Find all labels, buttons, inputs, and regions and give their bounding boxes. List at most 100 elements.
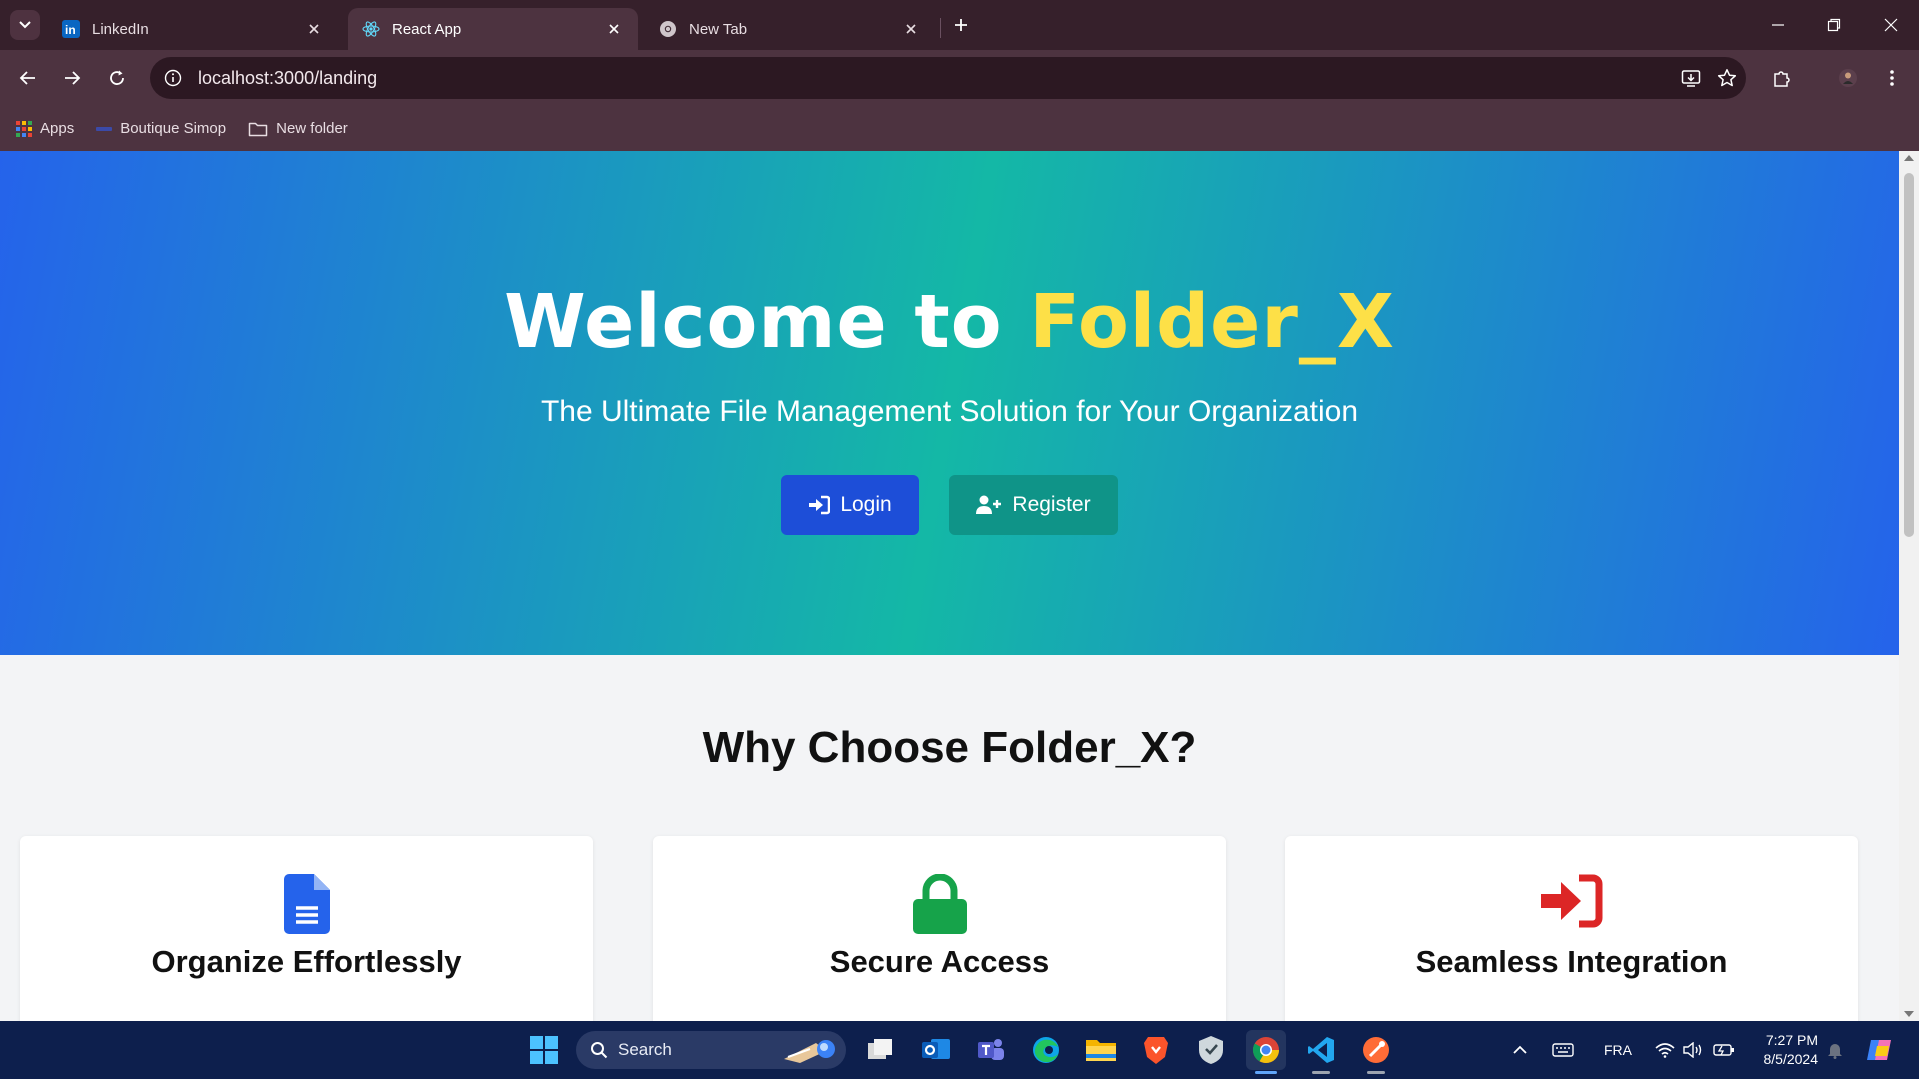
linkedin-icon: in [62, 20, 80, 38]
more-vertical-icon [1890, 70, 1894, 86]
bookmark-label: Boutique Simop [120, 120, 227, 137]
why-title: Why Choose Folder_X? [702, 723, 1197, 772]
address-bar[interactable]: localhost:3000/landing [150, 57, 1746, 99]
login-label: Login [840, 493, 892, 516]
browser-tab-bar: in LinkedIn React App New Tab [0, 0, 1919, 50]
search-highlight-icon [780, 1035, 838, 1070]
taskbar-search[interactable]: Search [576, 1031, 846, 1069]
register-label: Register [1012, 493, 1091, 516]
tab-title: LinkedIn [92, 20, 149, 38]
sign-in-icon [808, 495, 831, 515]
file-explorer-icon[interactable] [1081, 1030, 1121, 1070]
search-icon [590, 1041, 608, 1059]
document-icon [20, 874, 593, 934]
close-icon[interactable] [901, 19, 921, 39]
close-icon[interactable] [304, 19, 324, 39]
install-app-icon[interactable] [1674, 57, 1708, 99]
user-plus-icon [976, 495, 1002, 515]
back-button[interactable] [12, 62, 44, 94]
feature-title: Secure Access [829, 944, 1050, 979]
chrome-icon [659, 20, 677, 38]
browser-toolbar: localhost:3000/landing [0, 50, 1919, 106]
scroll-up-arrow[interactable] [1904, 155, 1914, 161]
active-indicator [1367, 1071, 1385, 1074]
volume-icon[interactable] [1680, 1030, 1706, 1070]
bookmarks-bar: Apps Boutique Simop New folder [0, 106, 1919, 151]
tab-separator [940, 18, 941, 38]
hero-title: Welcome to Folder_X [0, 279, 1899, 365]
app-shield-icon[interactable] [1191, 1030, 1231, 1070]
chevron-up-icon [1513, 1045, 1527, 1054]
page-viewport: Welcome to Folder_X The Ultimate File Ma… [0, 151, 1899, 1021]
restore-icon [1827, 18, 1841, 32]
close-icon[interactable] [604, 19, 624, 39]
page-scrollbar[interactable] [1899, 151, 1919, 1021]
feature-title: Organize Effortlessly [151, 944, 462, 979]
tab-new-tab[interactable]: New Tab [645, 8, 935, 50]
postman-icon[interactable] [1356, 1030, 1396, 1074]
hero-section: Welcome to Folder_X The Ultimate File Ma… [0, 151, 1899, 655]
reload-button[interactable] [101, 62, 133, 94]
tab-title: React App [392, 20, 462, 38]
bookmark-boutique-simop[interactable]: Boutique Simop [96, 120, 226, 137]
tab-react-app[interactable]: React App [348, 8, 638, 50]
show-hidden-icons[interactable] [1508, 1030, 1532, 1070]
plus-icon [955, 19, 967, 31]
tab-title: New Tab [689, 20, 748, 38]
battery-icon[interactable] [1710, 1030, 1738, 1070]
minimize-icon [1772, 24, 1784, 26]
login-button[interactable]: Login [781, 475, 919, 535]
bookmark-star-icon[interactable] [1710, 57, 1744, 99]
windows-logo-icon [530, 1036, 558, 1064]
folder-icon [248, 121, 268, 137]
clock-date: 8/5/2024 [1763, 1051, 1819, 1067]
restore-button[interactable] [1811, 10, 1857, 40]
register-button[interactable]: Register [949, 475, 1118, 535]
taskbar-clock[interactable]: 7:27 PM 8/5/2024 [1748, 1031, 1819, 1069]
edge-icon[interactable] [1026, 1030, 1066, 1070]
keyboard-icon[interactable] [1548, 1030, 1578, 1070]
teams-icon[interactable] [971, 1030, 1011, 1070]
windows-taskbar: Search FRA 7:27 PM 8/5/2024 [0, 1021, 1919, 1079]
feature-card-organize: Organize Effortlessly [20, 836, 593, 1021]
profile-avatar[interactable] [1832, 62, 1864, 94]
close-window-button[interactable] [1868, 10, 1914, 40]
tab-linkedin[interactable]: in LinkedIn [48, 8, 338, 50]
bookmark-new-folder[interactable]: New folder [248, 120, 348, 137]
bookmark-apps[interactable]: Apps [16, 120, 74, 137]
url-text[interactable]: localhost:3000/landing [198, 68, 377, 89]
forward-button[interactable] [56, 62, 88, 94]
site-icon [96, 124, 113, 134]
menu-button[interactable] [1876, 62, 1908, 94]
close-icon [1884, 18, 1898, 32]
sign-in-icon [1285, 874, 1858, 928]
avatar-icon [1839, 69, 1857, 87]
feature-card-secure: Secure Access [653, 836, 1226, 1021]
site-info-icon[interactable] [162, 67, 184, 89]
task-view-icon[interactable] [860, 1030, 900, 1070]
apps-grid-icon [16, 120, 32, 137]
language-indicator[interactable]: FRA [1598, 1030, 1638, 1070]
scroll-down-arrow[interactable] [1904, 1011, 1914, 1017]
hero-buttons: Login Register [0, 475, 1899, 535]
wifi-icon[interactable] [1652, 1030, 1678, 1070]
bookmark-label: New folder [276, 120, 348, 137]
outlook-icon[interactable] [916, 1030, 956, 1070]
react-icon [362, 20, 380, 38]
copilot-icon[interactable] [1860, 1030, 1900, 1070]
extensions-button[interactable] [1766, 62, 1798, 94]
tab-search-button[interactable] [10, 10, 40, 40]
chrome-taskbar-icon[interactable] [1246, 1030, 1286, 1074]
chevron-down-icon [19, 21, 31, 29]
start-button[interactable] [524, 1030, 564, 1070]
active-indicator [1255, 1071, 1277, 1074]
scroll-thumb[interactable] [1904, 173, 1914, 537]
arrow-left-icon [19, 71, 35, 85]
feature-title: Seamless Integration [1415, 944, 1728, 979]
vscode-icon[interactable] [1301, 1030, 1341, 1074]
brave-icon[interactable] [1136, 1030, 1176, 1070]
minimize-button[interactable] [1755, 10, 1801, 40]
new-tab-button[interactable] [948, 12, 974, 38]
notifications-bell-icon[interactable] [1820, 1030, 1850, 1070]
arrow-right-icon [65, 71, 81, 85]
